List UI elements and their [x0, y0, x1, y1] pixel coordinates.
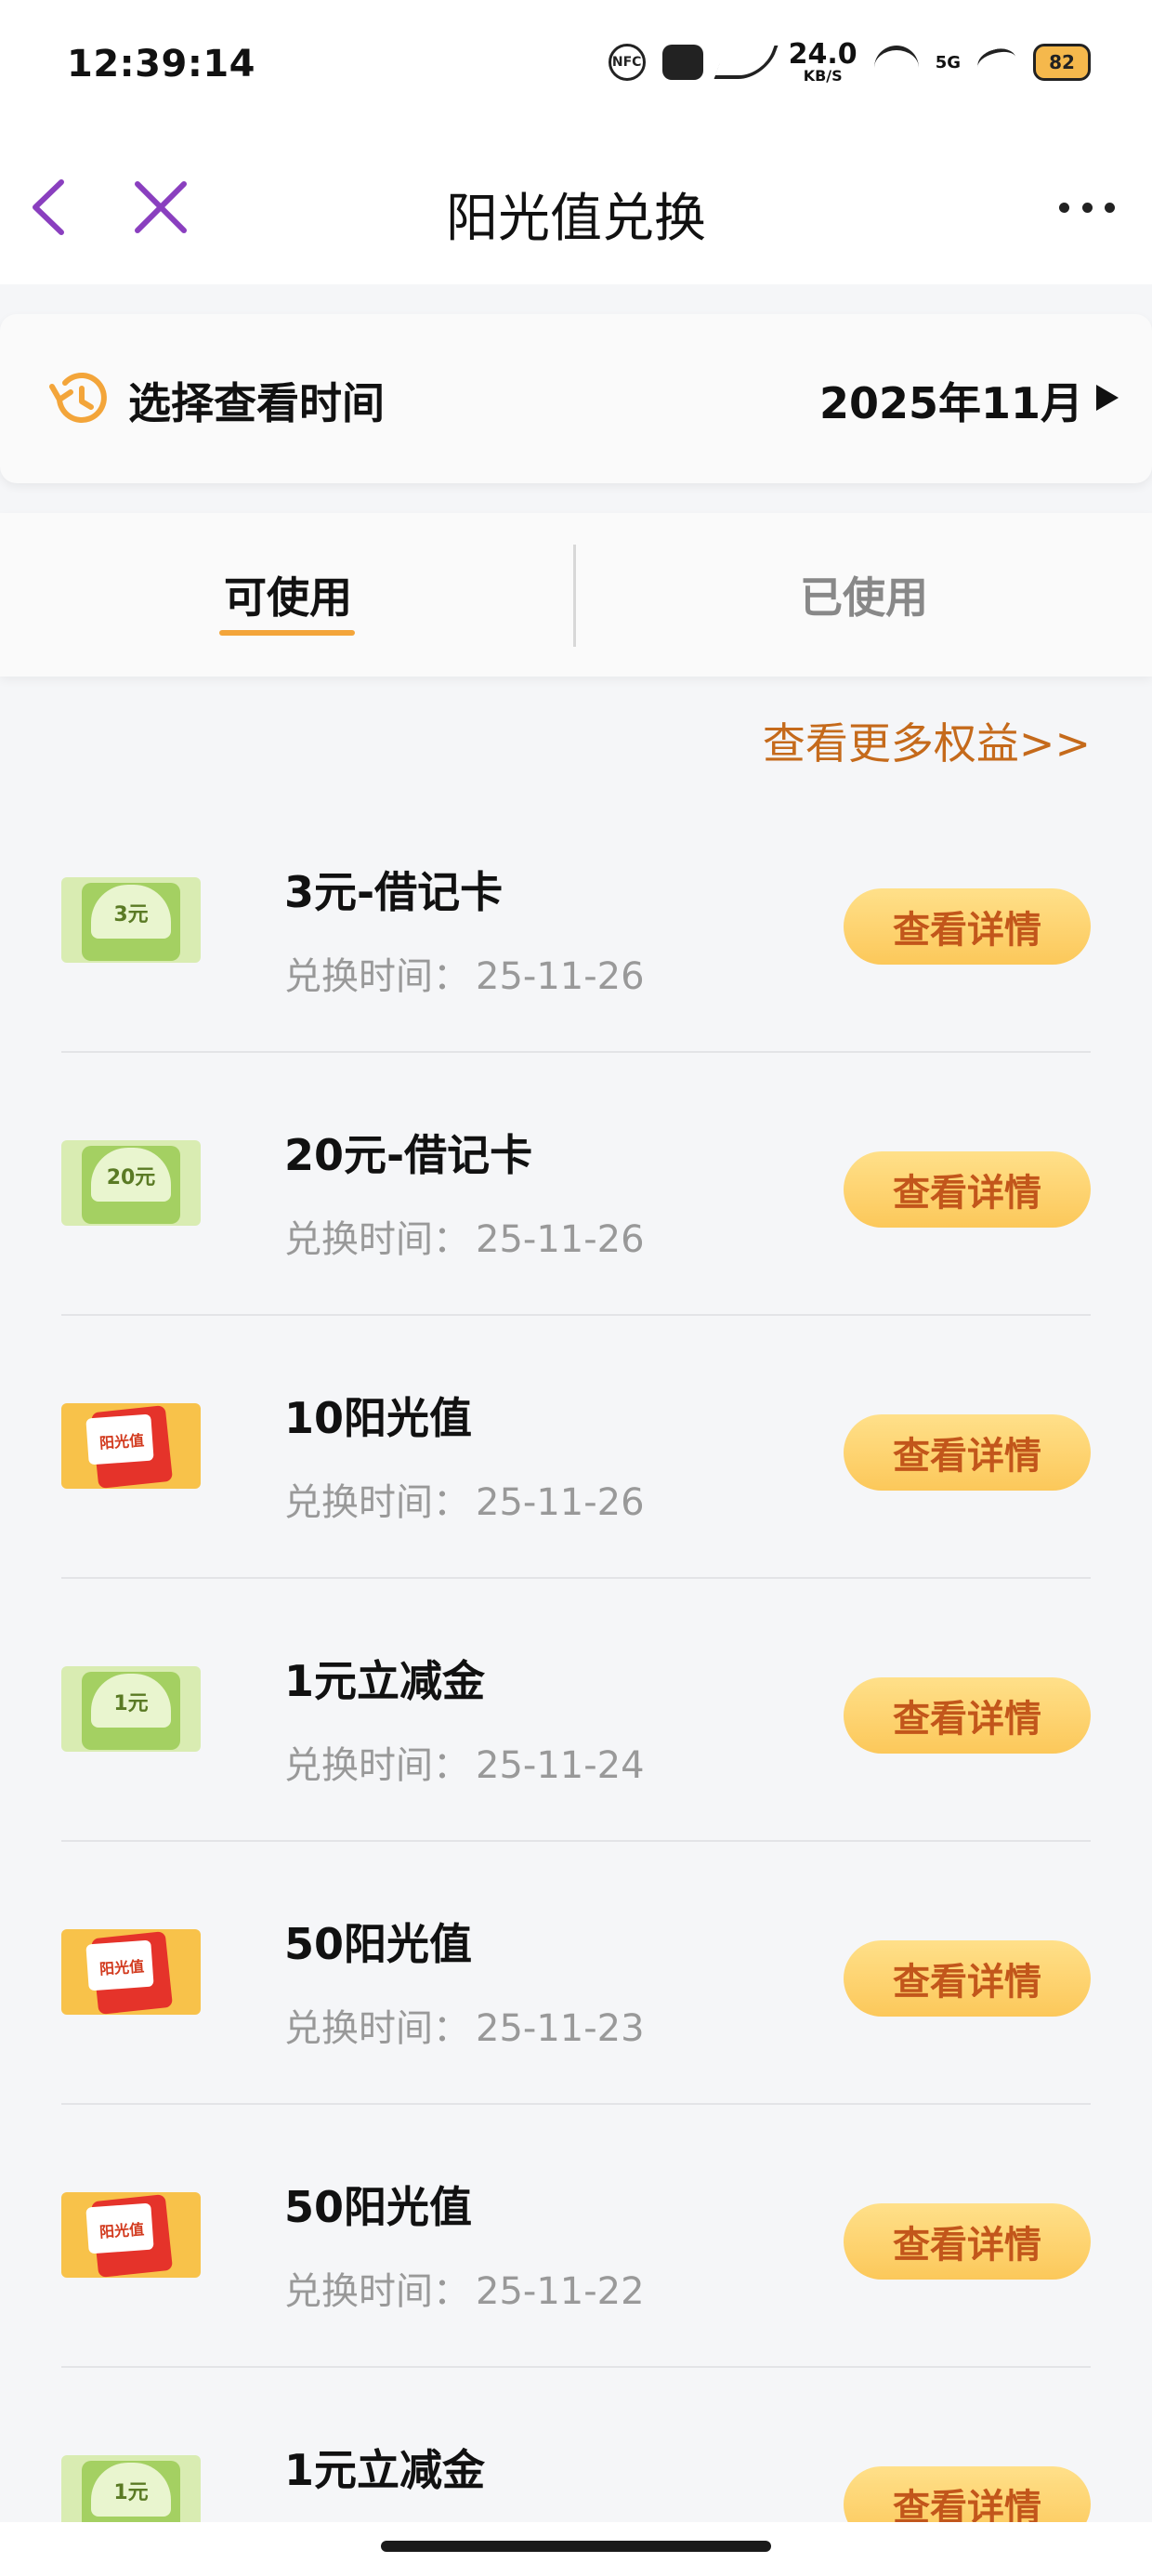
item-title: 1元立减金 [284, 1656, 486, 1706]
date-prefix: 兑换时间： [284, 1481, 470, 1524]
list-item[interactable]: 1元 1元立减金兑换时间： 25-11-24 查看详情 [0, 1579, 1152, 1842]
status-time: 12:39:14 [67, 43, 255, 85]
item-title: 50阳光值 [284, 2182, 473, 2232]
sunshine-card-icon: 阳光值 [61, 1929, 201, 2015]
date-value: 25-11-26 [476, 1481, 645, 1524]
view-details-button[interactable]: 查看详情 [844, 1940, 1091, 2017]
sunshine-card-icon: 阳光值 [61, 2192, 201, 2278]
envelope-amount: 1元 [113, 1692, 149, 1715]
envelope-amount: 20元 [106, 1166, 156, 1189]
list-item[interactable]: 3元 3元-借记卡兑换时间： 25-11-26 查看详情 [0, 790, 1152, 1053]
mute-icon [713, 46, 779, 79]
date-prefix: 兑换时间： [284, 2270, 470, 2313]
list-item[interactable]: 阳光值 10阳光值兑换时间： 25-11-26 查看详情 [0, 1316, 1152, 1579]
date-value: 25-11-26 [476, 955, 645, 998]
item-date: 兑换时间： 25-11-26 [284, 1209, 645, 1263]
status-icons: NFC 24.0 KB/S 5G 82 [608, 41, 1091, 84]
battery-level: 82 [1049, 51, 1075, 73]
item-title: 3元-借记卡 [284, 867, 504, 917]
card-label: 阳光值 [98, 1431, 145, 1452]
item-date: 兑换时间： 25-11-23 [284, 1998, 645, 2052]
view-details-button[interactable]: 查看详情 [844, 1414, 1091, 1491]
envelope-amount: 1元 [113, 2481, 149, 2504]
more-dot [1059, 203, 1069, 213]
time-selector-value[interactable]: 2025年11月 [819, 370, 1083, 431]
discount-envelope-icon: 20元 [61, 1140, 201, 1226]
active-tab-indicator [219, 630, 355, 636]
home-indicator[interactable] [381, 2541, 771, 2552]
date-value: 25-11-24 [476, 1744, 645, 1787]
item-date: 兑换时间： 25-11-22 [284, 2261, 645, 2315]
more-benefits-link[interactable]: 查看更多权益>> [763, 710, 1091, 771]
item-title: 20元-借记卡 [284, 1130, 533, 1180]
status-bar: 12:39:14 NFC 24.0 KB/S 5G 82 [0, 0, 1152, 139]
exchange-list: 3元 3元-借记卡 兑换时间： 25-11-26 查看详情 20元 20元-借记卡 兑换时间：… [0, 790, 1152, 2576]
speed-icon: 24.0 KB/S [789, 41, 857, 84]
date-prefix: 兑换时间： [284, 2007, 470, 2050]
envelope-amount: 3元 [113, 903, 149, 927]
tab-available[interactable]: 可使用 [0, 513, 576, 677]
battery-icon: 82 [1033, 44, 1091, 81]
list-item[interactable]: 阳光值 50阳光值兑换时间： 25-11-22 查看详情 [0, 2105, 1152, 2368]
item-title: 50阳光值 [284, 1919, 473, 1969]
date-prefix: 兑换时间： [284, 1744, 470, 1787]
item-title: 10阳光值 [284, 1393, 473, 1443]
more-dot [1105, 203, 1115, 213]
nfc-icon: NFC [608, 44, 646, 81]
list-item[interactable]: 20元 20元-借记卡兑换时间： 25-11-26 查看详情 [0, 1053, 1152, 1316]
date-value: 25-11-22 [476, 2270, 645, 2313]
date-prefix: 兑换时间： [284, 955, 470, 998]
view-details-button[interactable]: 查看详情 [844, 1151, 1091, 1228]
page-title: 阳光值兑换 [446, 189, 706, 249]
item-date: 兑换时间： 25-11-26 [284, 946, 645, 1000]
item-title: 1元立减金 [284, 2445, 486, 2495]
wifi-icon [873, 46, 919, 79]
view-details-button[interactable]: 查看详情 [844, 2203, 1091, 2280]
card-label: 阳光值 [98, 1957, 145, 1978]
list-item[interactable]: 阳光值 50阳光值兑换时间： 25-11-23 查看详情 [0, 1842, 1152, 2105]
view-details-button[interactable]: 查看详情 [844, 1677, 1091, 1754]
discount-envelope-icon: 1元 [61, 1666, 201, 1752]
5g-signal-icon: 5G [935, 52, 961, 72]
time-selector[interactable]: 选择查看时间 2025年11月 [0, 314, 1152, 483]
item-date: 兑换时间： 25-11-24 [284, 1735, 645, 1789]
date-value: 25-11-23 [476, 2007, 645, 2050]
more-dot [1081, 203, 1093, 213]
tab-used[interactable]: 已使用 [576, 513, 1152, 677]
card-label: 阳光值 [98, 2220, 145, 2241]
speed-unit: KB/S [803, 67, 843, 85]
more-icon[interactable] [1059, 203, 1115, 216]
history-clock-icon [49, 372, 107, 423]
date-value: 25-11-26 [476, 1218, 645, 1261]
cat-face-icon [661, 45, 703, 80]
sunshine-card-icon: 阳光值 [61, 1403, 201, 1489]
nav-bar: 阳光值兑换 [0, 139, 1152, 284]
play-arrow-icon[interactable] [1096, 385, 1119, 411]
discount-envelope-icon: 3元 [61, 877, 201, 963]
date-prefix: 兑换时间： [284, 1218, 470, 1261]
time-selector-label: 选择查看时间 [128, 378, 385, 428]
speed-value: 24.0 [788, 38, 857, 71]
swirl-icon [975, 45, 1019, 80]
item-date: 兑换时间： 25-11-26 [284, 1472, 645, 1526]
view-details-button[interactable]: 查看详情 [844, 888, 1091, 965]
tab-bar: 可使用 已使用 [0, 513, 1152, 677]
